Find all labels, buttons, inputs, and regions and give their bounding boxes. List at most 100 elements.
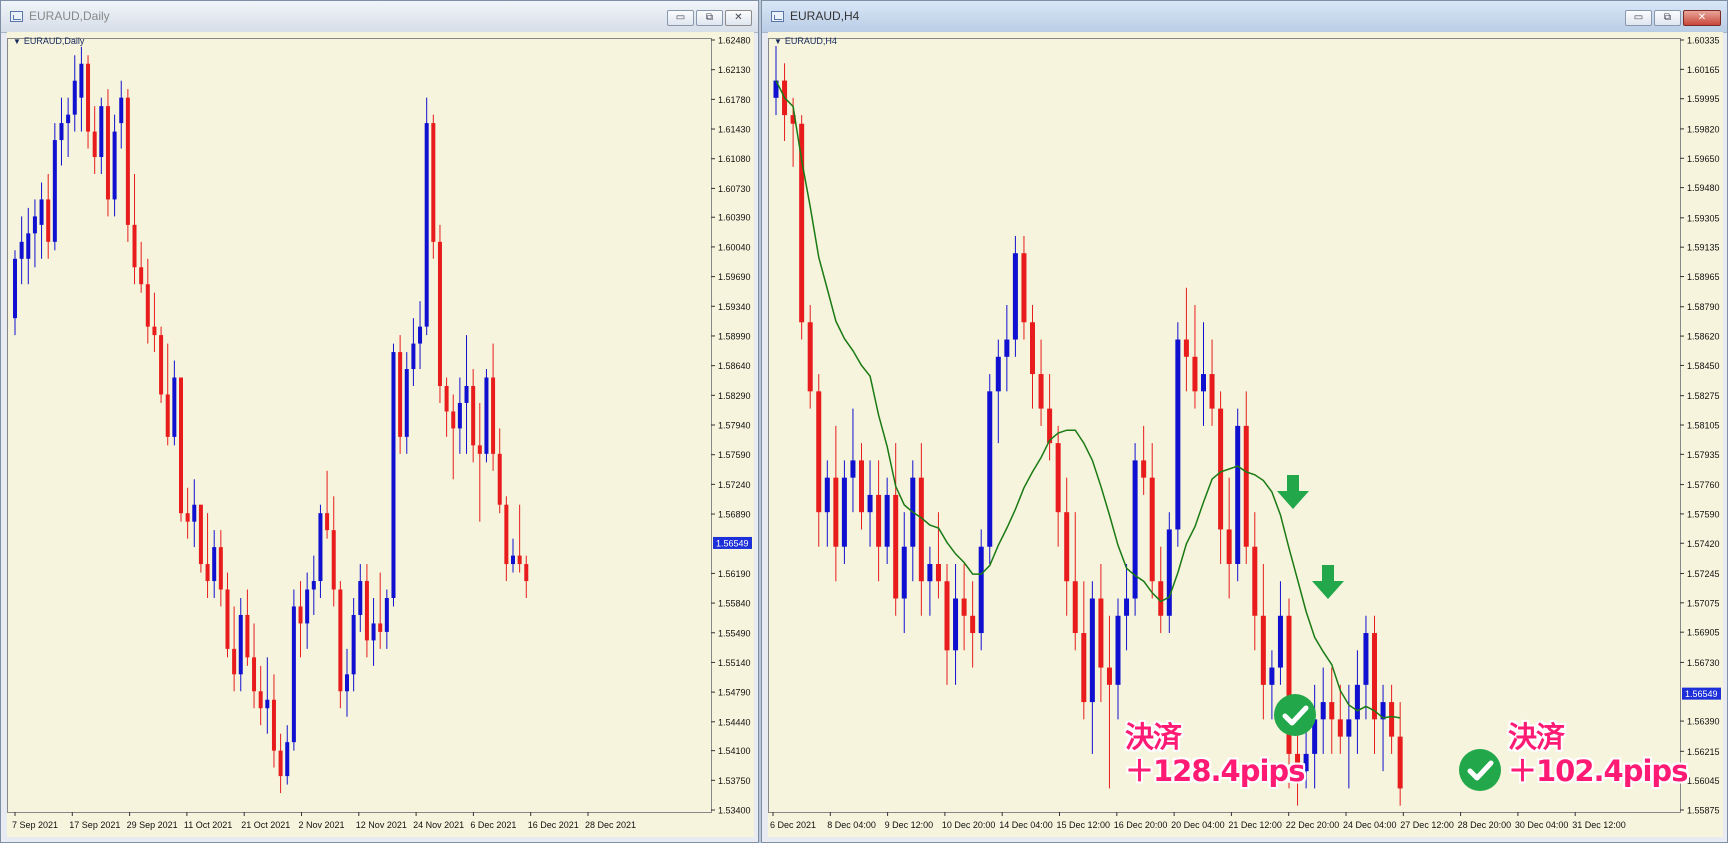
y-tick-label: 1.58620 [1687,332,1720,342]
y-tick-label: 1.60335 [1687,36,1720,46]
candle-body [867,494,873,513]
settlement-pips-2: ＋102.4pips [1508,754,1688,788]
candle-body [418,326,423,344]
candle-body [944,581,950,651]
candle-body [179,377,183,514]
candle-body [497,453,502,505]
y-tick-label: 1.59650 [1687,154,1720,164]
candle-body [1064,512,1070,582]
candle-body [52,140,57,242]
candle-body [918,477,924,582]
candle-body [1038,374,1044,409]
candle-body [1183,339,1189,357]
y-tick-label: 1.58990 [718,331,751,341]
moving-average-line [775,80,1401,719]
candle-body [464,385,469,403]
candle-body [79,63,84,98]
h4-symbol-label[interactable]: ▼ EURAUD,H4 [774,36,837,46]
x-tick-label: 20 Dec 04:00 [1171,820,1225,830]
daily-symbol-label[interactable]: ▼ EURAUD,Daily [13,36,84,46]
candle-body [1115,615,1121,685]
candle-body [358,581,363,615]
candle-body [1397,736,1403,789]
minimize-button[interactable]: ▭ [667,10,694,26]
y-tick-label: 1.59820 [1687,124,1720,134]
candle-body [384,597,389,632]
candle-body [119,97,124,124]
x-tick-label: 22 Dec 20:00 [1286,820,1340,830]
y-tick-label: 1.61780 [718,95,751,105]
candle-body [238,614,243,675]
daily-candlestick-chart[interactable]: 1.62480 1.62130 1.61780 1.61430 1.61080 1.607… [7,32,754,837]
y-tick-label: 1.57940 [718,421,751,431]
candle-body [1081,633,1087,703]
candle-body [232,648,237,675]
y-tick-label: 1.58275 [1687,391,1720,401]
y-tick-label: 1.60390 [718,213,751,223]
candle-body [1175,339,1181,530]
close-button[interactable]: ✕ [1683,10,1721,26]
candle-body [92,131,97,158]
h4-window-title: EURAUD,H4 [790,9,860,23]
x-tick-label: 21 Oct 2021 [241,820,290,830]
candle-body [1089,598,1095,703]
candle-body [1346,719,1352,737]
maximize-button[interactable]: ⧉ [696,10,723,26]
candle-body [511,555,515,565]
candle-body [876,494,882,547]
candle-body [212,547,217,582]
daily-chart-area[interactable]: 1.62480 1.62130 1.61780 1.61430 1.61080 1.607… [7,32,754,837]
x-tick-label: 6 Dec 2021 [770,820,816,830]
candle-body [39,199,44,225]
candle-body [833,477,839,547]
candle-body [218,547,223,590]
candle-body [437,241,442,386]
x-tick-label: 16 Dec 20:00 [1114,820,1168,830]
daily-chart-window[interactable]: EURAUD,Daily ▭ ⧉ ✕ 1.62480 1.62130 1.61780… [0,0,759,843]
candle-body [371,623,376,641]
candle-body [484,377,489,454]
candle-body [1201,374,1206,392]
candle-body [32,216,37,234]
chart-window-icon [10,11,23,22]
x-tick-label: 15 Dec 12:00 [1057,820,1111,830]
candle-body [172,377,177,437]
candle-body [457,402,462,429]
y-tick-label: 1.60730 [718,184,751,194]
candle-body [1149,477,1155,582]
candle-body [524,564,529,582]
y-tick-label: 1.57760 [1687,480,1720,490]
candle-body [1141,460,1147,478]
candle-body [192,504,197,522]
x-tick-label: 2 Nov 2021 [299,820,345,830]
h4-chart-window[interactable]: EURAUD,H4 ▭ ⧉ ✕ 1.60335 1.60165 1.59995 1.5… [761,0,1728,843]
minimize-button[interactable]: ▭ [1625,10,1652,26]
current-price-label: 1.56549 [716,538,749,548]
h4-window-titlebar[interactable]: EURAUD,H4 ▭ ⧉ ✕ [762,1,1727,33]
candle-body [850,460,856,478]
settlement-annotation-1: 決済 ＋128.4pips [1125,720,1305,788]
daily-window-titlebar[interactable]: EURAUD,Daily ▭ ⧉ ✕ [1,1,758,33]
candle-body [72,80,77,115]
close-button[interactable]: ✕ [725,10,752,26]
h4-chart-area[interactable]: 1.60335 1.60165 1.59995 1.59820 1.59650 1.594… [768,32,1723,837]
candle-body [66,114,71,124]
candle-body [987,391,993,547]
candle-body [1243,425,1249,547]
candle-body [278,750,283,777]
y-tick-label: 1.62130 [718,65,751,75]
y-tick-label: 1.55490 [718,628,751,638]
y-tick-label: 1.58290 [718,391,751,401]
candle-body [152,326,157,336]
candle-body [13,258,17,319]
x-tick-label: 21 Dec 12:00 [1228,820,1282,830]
candle-body [1030,322,1035,375]
h4-candlestick-chart[interactable]: 1.60335 1.60165 1.59995 1.59820 1.59650 1.594… [768,32,1723,837]
x-tick-label: 10 Dec 20:00 [942,820,996,830]
candle-body [1209,374,1215,409]
y-tick-label: 1.56730 [1687,658,1720,668]
dropdown-triangle-icon: ▼ [774,37,782,46]
maximize-button[interactable]: ⧉ [1654,10,1681,26]
x-tick-label: 12 Nov 2021 [356,820,407,830]
candle-body [145,284,150,327]
